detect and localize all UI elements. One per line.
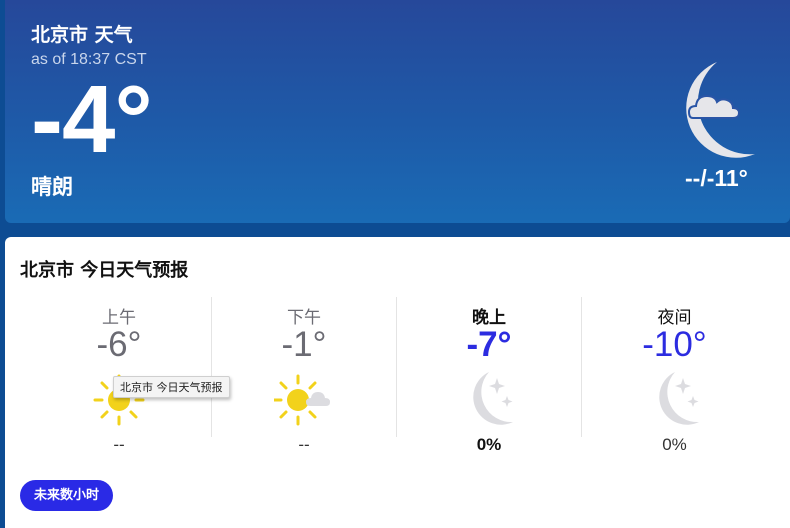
period-temperature: -10° [642,325,707,364]
current-condition: 晴朗 [31,175,73,199]
today-forecast-card: 北京市 今日天气预报 上午 -6° -- 下午 -1° -- 晚上 -7° 0%… [5,237,790,528]
period-temperature: -7° [466,325,512,364]
forecast-period-overnight[interactable]: 夜间 -10° 0% [582,297,767,454]
forecast-period-evening[interactable]: 晚上 -7° 0% [397,297,582,454]
period-precipitation: 0% [476,435,502,454]
period-precipitation: -- [113,435,125,454]
current-temperature: -4° [31,66,153,173]
period-temperature: -1° [281,325,327,364]
next-hours-button[interactable]: 未来数小时 [20,480,114,511]
high-low-temperature: --/-11° [685,165,748,191]
moon-cloud-icon [686,62,755,158]
current-weather-card: 北京市 天气 as of 18:37 CST -4° 晴朗 --/-11° [5,0,790,223]
period-precipitation: -- [298,435,310,454]
moon-stars-icon [658,372,699,425]
sun-cloud-icon [274,374,330,426]
forecast-period-afternoon[interactable]: 下午 -1° -- [212,297,397,454]
forecast-title: 北京市 今日天气预报 [20,260,189,281]
tooltip: 北京市 今日天气预报 [113,376,230,398]
moon-stars-icon [473,372,513,425]
forecast-period-morning[interactable]: 上午 -6° -- [27,297,212,454]
current-weather-title: 北京市 天气 [31,24,133,46]
period-precipitation: 0% [662,435,687,454]
period-temperature: -6° [96,325,142,364]
forecast-periods: 上午 -6° -- 下午 -1° -- 晚上 -7° 0% 夜间 -10° 0% [27,297,768,454]
